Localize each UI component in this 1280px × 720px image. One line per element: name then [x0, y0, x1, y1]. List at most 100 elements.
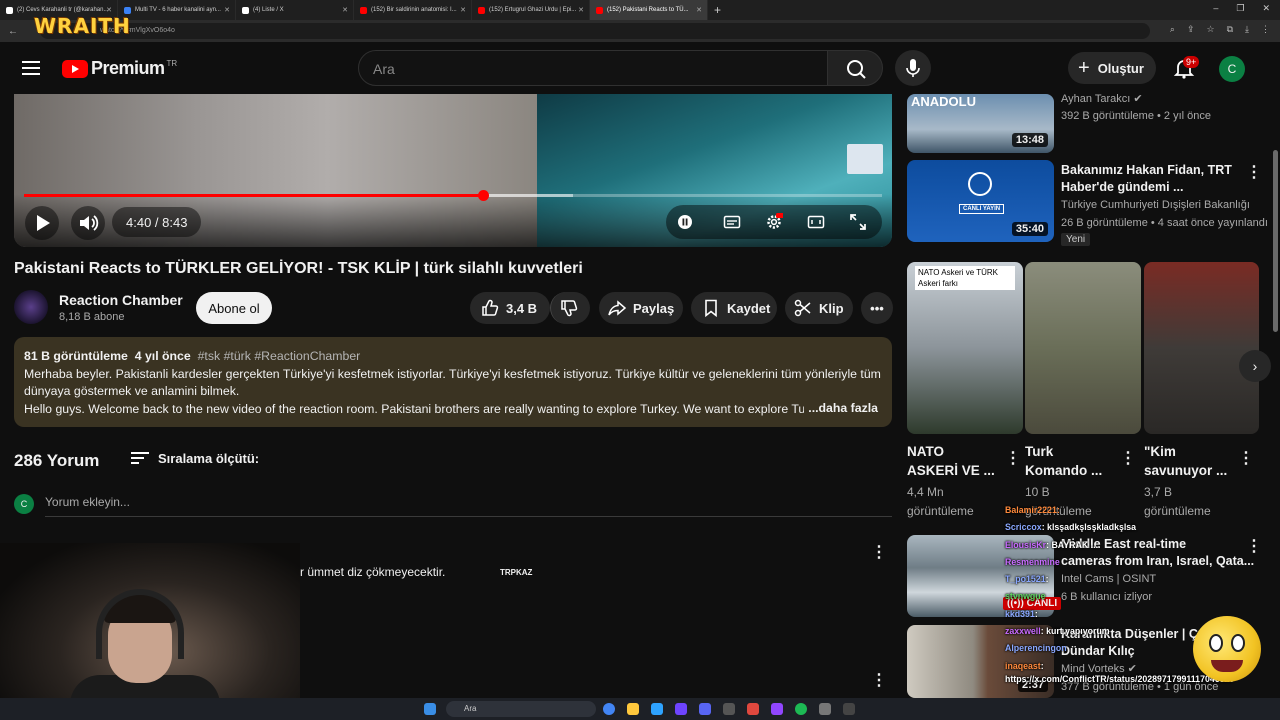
shorts-next-button[interactable]: ›: [1239, 350, 1271, 382]
edge-icon[interactable]: [651, 703, 663, 715]
comment-menu-icon[interactable]: ⋮: [871, 670, 887, 690]
short-title[interactable]: Turk Komando ...: [1025, 442, 1102, 480]
microphone-icon: [906, 59, 920, 77]
sort-comments-button[interactable]: Sıralama ölçütü:: [130, 450, 259, 466]
chat-text: : kurt yapıyorum: [1040, 626, 1110, 637]
hamburger-menu-icon[interactable]: [22, 61, 40, 75]
search-input[interactable]: Ara: [358, 50, 828, 86]
page-scrollbar[interactable]: [1273, 150, 1278, 332]
description-box[interactable]: 81 B görüntüleme 4 yıl önce #tsk #türk #…: [14, 337, 892, 427]
save-button[interactable]: Kaydet: [691, 292, 777, 324]
short-thumbnail[interactable]: [1025, 262, 1141, 434]
search-button[interactable]: [827, 50, 883, 86]
app-icon[interactable]: [747, 703, 759, 715]
browser-tab[interactable]: (4) Liste / X ✕: [236, 0, 354, 20]
channel-name[interactable]: Türkiye Cumhuriyeti Dışişleri Bakanlığı: [1061, 197, 1250, 213]
like-button[interactable]: 3,4 B: [470, 292, 550, 324]
close-tab-icon[interactable]: ✕: [106, 6, 112, 14]
short-menu-icon[interactable]: ⋮: [1238, 448, 1254, 468]
channel-avatar[interactable]: [14, 290, 48, 324]
chat-text: :: [1034, 608, 1038, 619]
video-player[interactable]: 4:40 / 8:43: [14, 94, 892, 247]
youtube-icon: [596, 6, 603, 14]
minimize-icon[interactable]: –: [1213, 3, 1218, 14]
comment-input[interactable]: Yorum ekleyin...: [45, 495, 892, 517]
video-thumbnail[interactable]: ANADOLU 13:48: [907, 94, 1054, 153]
video-menu-icon[interactable]: ⋮: [1246, 536, 1262, 556]
close-window-icon[interactable]: ✕: [1262, 3, 1270, 14]
spotify-icon[interactable]: [795, 703, 807, 715]
url-field[interactable]: watch?v=mVlgXvO6o4o: [40, 23, 1150, 39]
more-actions-button[interactable]: •••: [861, 292, 893, 324]
account-avatar[interactable]: C: [1219, 56, 1245, 82]
subscriber-count: 8,18 B abone: [59, 311, 125, 323]
twitch-icon[interactable]: [771, 703, 783, 715]
share-icon[interactable]: ⇪: [1187, 24, 1195, 35]
app-icon[interactable]: [723, 703, 735, 715]
short-thumbnail[interactable]: NATO Askeri ve TÜRK Askeri farkı: [907, 262, 1023, 434]
close-tab-icon[interactable]: ✕: [342, 6, 348, 14]
share-button[interactable]: Paylaş: [599, 292, 683, 324]
taskbar-search[interactable]: Ara: [446, 701, 596, 717]
youtube-logo[interactable]: Premium TR: [62, 58, 177, 79]
theater-mode-icon[interactable]: [807, 213, 825, 231]
subscribe-button[interactable]: Abone ol: [196, 292, 272, 324]
play-button[interactable]: [25, 206, 59, 240]
browser-tab[interactable]: (152) Bir saldirinin anatomisi: I... ✕: [354, 0, 472, 20]
short-title[interactable]: NATO ASKERİ VE ...: [907, 442, 995, 480]
comment-menu-icon[interactable]: ⋮: [871, 542, 887, 562]
close-tab-icon[interactable]: ✕: [696, 6, 702, 14]
menu-dots-icon[interactable]: ⋮: [1261, 24, 1270, 35]
autoplay-toggle-icon[interactable]: [676, 213, 694, 231]
zoom-icon[interactable]: ⌕: [1170, 24, 1175, 35]
windows-start-icon[interactable]: [424, 703, 436, 715]
volume-button[interactable]: [71, 206, 105, 240]
chat-message: Balamir2221:: [1005, 502, 1136, 519]
discord-icon[interactable]: [699, 703, 711, 715]
close-tab-icon[interactable]: ✕: [578, 6, 584, 14]
chat-username: Balamir2221:: [1005, 505, 1060, 515]
new-tab-button[interactable]: +: [714, 3, 721, 17]
channel-name[interactable]: Reaction Chamber: [59, 292, 183, 308]
star-icon[interactable]: ☆: [1207, 24, 1215, 35]
fullscreen-icon[interactable]: [849, 213, 867, 231]
close-tab-icon[interactable]: ✕: [460, 6, 466, 14]
video-thumbnail[interactable]: CANLI YAYIN 35:40: [907, 160, 1054, 242]
show-more-link[interactable]: ...daha fazla: [804, 400, 878, 418]
duration-badge: 35:40: [1011, 222, 1048, 236]
seek-bar[interactable]: [24, 190, 882, 201]
obs-icon[interactable]: [675, 703, 687, 715]
short-menu-icon[interactable]: ⋮: [1005, 448, 1021, 468]
browser-tab-active[interactable]: (152) Pakistani Reacts to TÜ... ✕: [590, 0, 708, 20]
app-icon[interactable]: [819, 703, 831, 715]
app-icon[interactable]: [843, 703, 855, 715]
short-title[interactable]: "Kim savunuyor ...: [1144, 442, 1227, 480]
verified-icon: ✔: [1133, 93, 1143, 105]
folder-icon[interactable]: [627, 703, 639, 715]
chat-message: kkd391:: [1005, 606, 1136, 623]
short-thumbnail[interactable]: [1144, 262, 1259, 434]
subtitles-icon[interactable]: [723, 213, 741, 231]
back-icon[interactable]: ←: [8, 26, 18, 37]
dislike-button[interactable]: [550, 292, 590, 324]
create-button[interactable]: + Oluştur: [1068, 52, 1156, 84]
clip-button[interactable]: Klip: [785, 292, 853, 324]
x-icon: [242, 6, 249, 14]
short-menu-icon[interactable]: ⋮: [1120, 448, 1136, 468]
extensions-icon[interactable]: ⧉: [1227, 24, 1233, 35]
channel-name[interactable]: Ayhan Tarakcı ✔: [1061, 91, 1143, 107]
chrome-icon[interactable]: [603, 703, 615, 715]
scrubber-handle[interactable]: [478, 190, 490, 201]
user-avatar: C: [14, 494, 34, 514]
hashtags[interactable]: #tsk #türk #ReactionChamber: [198, 349, 361, 363]
video-menu-icon[interactable]: ⋮: [1246, 162, 1262, 182]
maximize-icon[interactable]: ❐: [1236, 3, 1244, 14]
browser-tab[interactable]: Multi TV - 6 haber kanalini ayn... ✕: [118, 0, 236, 20]
voice-search-button[interactable]: [895, 50, 931, 86]
close-tab-icon[interactable]: ✕: [224, 6, 230, 14]
video-title[interactable]: Bakanımız Hakan Fidan, TRT Haber'de günde…: [1061, 162, 1232, 196]
video-meta: 26 B görüntüleme • 4 saat önce yayınland…: [1061, 217, 1268, 229]
settings-gear-icon[interactable]: [765, 213, 783, 231]
browser-tab[interactable]: (152) Ertugrul Ghazi Urdu | Epi... ✕: [472, 0, 590, 20]
download-icon[interactable]: ⤓: [1245, 24, 1249, 35]
